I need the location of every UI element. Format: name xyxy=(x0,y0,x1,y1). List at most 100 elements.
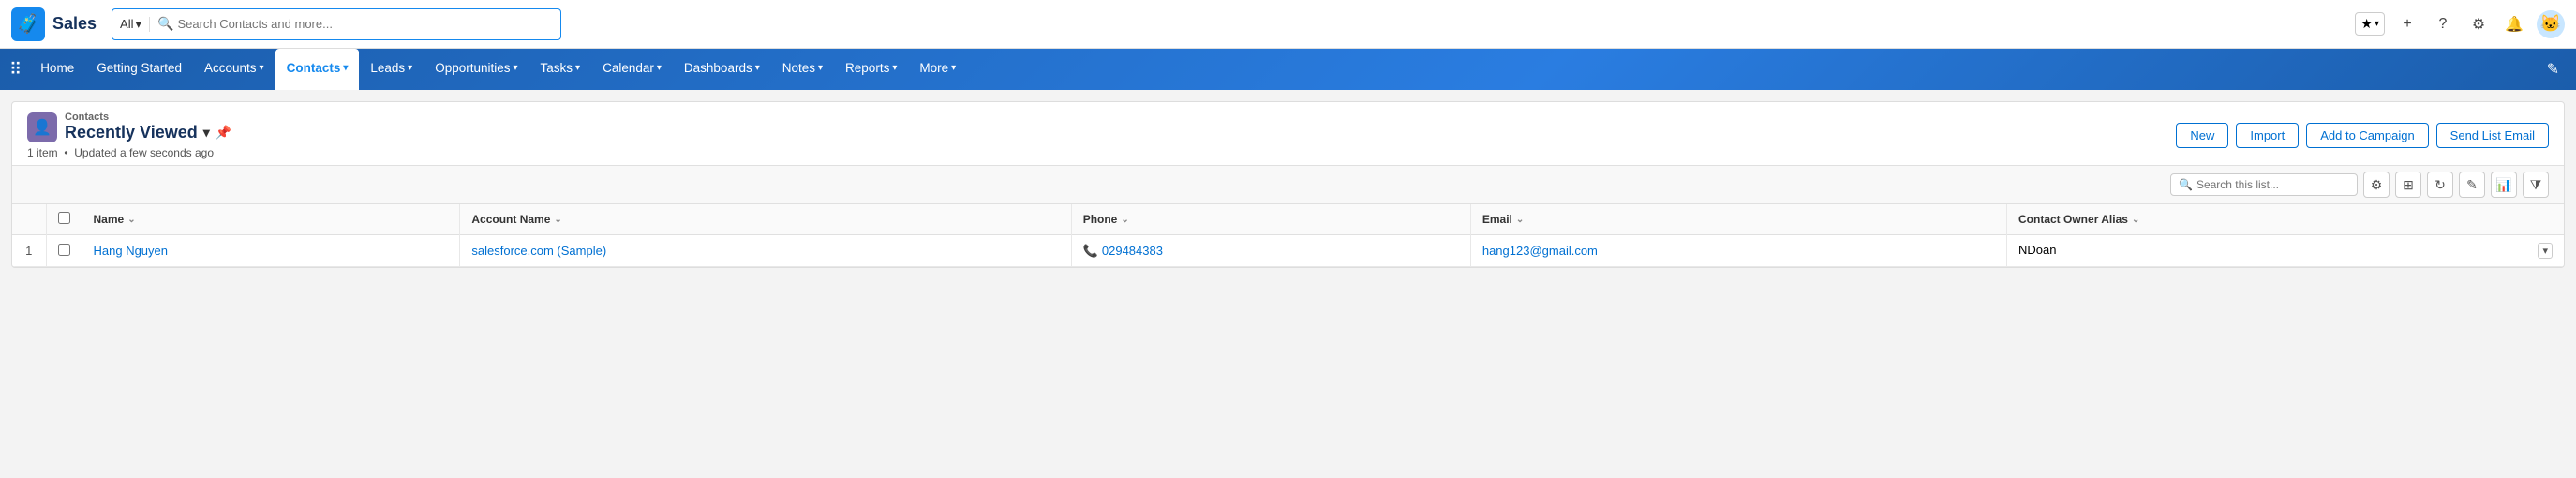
row-action-dropdown[interactable]: ▾ xyxy=(2538,243,2553,259)
columns-icon-btn[interactable]: ⊞ xyxy=(2395,172,2421,198)
phone-link[interactable]: 029484383 xyxy=(1102,244,1163,258)
owner-alias-value: NDoan xyxy=(2018,243,2056,257)
nav-item-getting-started[interactable]: Getting Started xyxy=(85,49,193,90)
filter-icon: ⧩ xyxy=(2530,177,2542,193)
nav-item-opportunities[interactable]: Opportunities▾ xyxy=(424,49,529,90)
list-header-title: 👤 Contacts Recently Viewed ▾ 📌 xyxy=(27,112,231,142)
contacts-person-icon: 👤 xyxy=(33,118,52,137)
row-email-cell: hang123@gmail.com xyxy=(1470,235,2006,267)
nav-item-contacts[interactable]: Contacts▾ xyxy=(275,49,360,90)
nav-item-leads[interactable]: Leads▾ xyxy=(359,49,424,90)
question-icon: ? xyxy=(2439,16,2448,33)
nav-item-reports[interactable]: Reports▾ xyxy=(834,49,908,90)
col-num-header xyxy=(12,204,46,235)
list-search-icon: 🔍 xyxy=(2179,178,2193,191)
row-account-cell: salesforce.com (Sample) xyxy=(460,235,1071,267)
list-title-chevron-icon[interactable]: ▾ xyxy=(203,125,210,141)
app-name: Sales xyxy=(52,14,97,34)
row-name-cell: Hang Nguyen xyxy=(82,235,460,267)
search-scope-selector[interactable]: All ▾ xyxy=(120,17,150,32)
nav-item-home[interactable]: Home xyxy=(29,49,85,90)
charts-icon-btn[interactable]: 📊 xyxy=(2491,172,2517,198)
user-avatar[interactable]: 🐱 xyxy=(2537,10,2565,38)
col-owner-header[interactable]: Contact Owner Alias ⌄ xyxy=(2007,204,2564,235)
notes-chevron-icon: ▾ xyxy=(818,63,823,73)
filter-icon-btn[interactable]: ⧩ xyxy=(2523,172,2549,198)
search-scope-label: All xyxy=(120,17,133,31)
accounts-chevron-icon: ▾ xyxy=(260,63,264,73)
col-account-header[interactable]: Account Name ⌄ xyxy=(460,204,1071,235)
tasks-chevron-icon: ▾ xyxy=(575,63,580,73)
pin-icon[interactable]: 📌 xyxy=(216,125,231,141)
send-list-email-button[interactable]: Send List Email xyxy=(2436,123,2549,148)
settings-icon-btn[interactable]: ⚙ xyxy=(2363,172,2390,198)
nav-item-notes[interactable]: Notes▾ xyxy=(771,49,834,90)
name-sort-icon: ⌄ xyxy=(127,215,135,225)
phone-sort-icon: ⌄ xyxy=(1121,215,1128,225)
search-magnifier-icon: 🔍 xyxy=(157,16,173,32)
help-button[interactable]: ? xyxy=(2430,11,2456,37)
email-sort-icon: ⌄ xyxy=(1516,215,1524,225)
nav-item-calendar[interactable]: Calendar▾ xyxy=(591,49,673,90)
gear-icon: ⚙ xyxy=(2472,15,2485,34)
import-button[interactable]: Import xyxy=(2236,123,2299,148)
nav-item-accounts[interactable]: Accounts▾ xyxy=(193,49,275,90)
leads-chevron-icon: ▾ xyxy=(408,63,412,73)
more-chevron-icon: ▾ xyxy=(951,63,956,73)
bell-icon: 🔔 xyxy=(2505,15,2524,34)
add-button[interactable]: + xyxy=(2394,11,2420,37)
app-launcher-button[interactable]: ⠿ xyxy=(9,49,22,90)
edit-icon-btn[interactable]: ✎ xyxy=(2459,172,2485,198)
nav-item-more[interactable]: More▾ xyxy=(908,49,967,90)
contacts-icon-box: 👤 xyxy=(27,112,57,142)
account-sort-icon: ⌄ xyxy=(554,215,561,225)
settings-button[interactable]: ⚙ xyxy=(2465,11,2492,37)
list-search-input[interactable] xyxy=(2196,178,2349,191)
add-to-campaign-button[interactable]: Add to Campaign xyxy=(2306,123,2428,148)
nav-items: HomeGetting StartedAccounts▾Contacts▾Lea… xyxy=(29,49,2539,90)
nav-item-tasks[interactable]: Tasks▾ xyxy=(529,49,592,90)
col-check-header xyxy=(46,204,82,235)
notifications-button[interactable]: 🔔 xyxy=(2501,11,2527,37)
item-count-text: 1 item • Updated a few seconds ago xyxy=(27,146,231,159)
content-area: 👤 Contacts Recently Viewed ▾ 📌 xyxy=(0,90,2576,478)
settings-gear-icon: ⚙ xyxy=(2371,177,2383,193)
select-all-checkbox[interactable] xyxy=(58,212,70,224)
top-bar-icons: ★ ▾ + ? ⚙ 🔔 🐱 xyxy=(2355,10,2565,38)
email-link[interactable]: hang123@gmail.com xyxy=(1482,244,1598,258)
list-toolbar: 🔍 ⚙ ⊞ ↻ ✎ 📊 ⧩ xyxy=(12,166,2564,204)
refresh-icon: ↻ xyxy=(2435,177,2446,193)
list-search-box: 🔍 xyxy=(2170,173,2358,196)
list-view-container: 👤 Contacts Recently Viewed ▾ 📌 xyxy=(11,101,2565,268)
refresh-icon-btn[interactable]: ↻ xyxy=(2427,172,2453,198)
list-toolbar-right: 🔍 ⚙ ⊞ ↻ ✎ 📊 ⧩ xyxy=(2170,172,2549,198)
new-button[interactable]: New xyxy=(2176,123,2228,148)
dashboards-chevron-icon: ▾ xyxy=(755,63,760,73)
list-header-left: 👤 Contacts Recently Viewed ▾ 📌 xyxy=(27,112,231,159)
list-breadcrumb: Contacts xyxy=(65,112,231,123)
row-phone-cell: 📞 029484383 xyxy=(1071,235,1470,267)
star-chevron-icon: ▾ xyxy=(2375,19,2379,29)
favorites-button[interactable]: ★ ▾ xyxy=(2355,12,2385,36)
charts-icon: 📊 xyxy=(2495,177,2511,193)
list-title: Recently Viewed xyxy=(65,123,198,142)
phone-icon: 📞 xyxy=(1083,244,1098,259)
contact-name-link[interactable]: Hang Nguyen xyxy=(94,244,169,258)
columns-icon: ⊞ xyxy=(2403,177,2414,193)
nav-item-dashboards[interactable]: Dashboards▾ xyxy=(673,49,771,90)
account-name-link[interactable]: salesforce.com (Sample) xyxy=(471,244,606,258)
row-owner-cell: NDoan ▾ xyxy=(2007,235,2564,267)
search-scope-chevron-icon: ▾ xyxy=(136,17,142,32)
nav-edit-button[interactable]: ✎ xyxy=(2539,49,2567,90)
col-name-header[interactable]: Name ⌄ xyxy=(82,204,460,235)
app-logo[interactable]: 🧳 xyxy=(11,7,45,41)
table-row: 1 Hang Nguyen salesforce.com (Sample) 📞 … xyxy=(12,235,2564,267)
pencil-icon: ✎ xyxy=(2547,60,2559,79)
avatar-image: 🐱 xyxy=(2540,14,2561,34)
col-email-header[interactable]: Email ⌄ xyxy=(1470,204,2006,235)
calendar-chevron-icon: ▾ xyxy=(657,63,662,73)
global-search-input[interactable] xyxy=(177,17,553,31)
row-checkbox[interactable] xyxy=(58,244,70,256)
data-table: Name ⌄ Account Name ⌄ Phone ⌄ xyxy=(12,204,2564,267)
col-phone-header[interactable]: Phone ⌄ xyxy=(1071,204,1470,235)
